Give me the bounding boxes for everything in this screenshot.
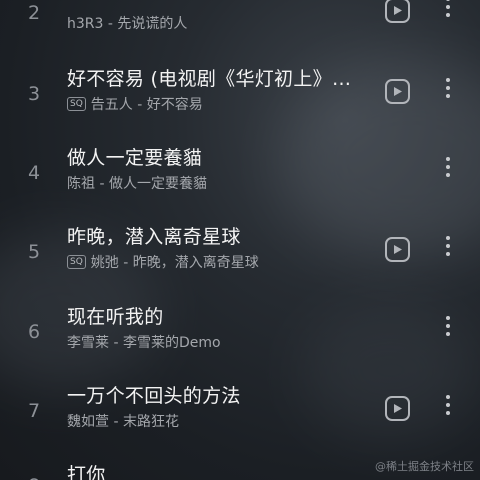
song-subtitle: SQ 告五人 - 好不容易: [67, 95, 203, 113]
song-index: 3: [27, 83, 41, 105]
song-artist-album: 告五人 - 好不容易: [90, 97, 203, 113]
song-index: 8: [22, 475, 46, 480]
song-row[interactable]: 6 现在听我的 李雪莱 - 李雪莱的Demo: [0, 295, 480, 375]
more-vertical-icon[interactable]: [443, 395, 453, 419]
song-subtitle: SQ 姚弛 - 昨晚，潜入离奇星球: [67, 253, 259, 271]
play-video-icon[interactable]: [385, 0, 410, 23]
song-row[interactable]: 2 h3R3 - 先说谎的人: [0, 0, 480, 56]
more-vertical-icon[interactable]: [443, 0, 453, 21]
song-artist-album: 陈祖 - 做人一定要養貓: [67, 176, 207, 192]
song-title: 好不容易 (电视剧《华灯初上》…: [67, 68, 352, 90]
more-vertical-icon[interactable]: [443, 236, 453, 260]
song-subtitle: h3R3 - 先说谎的人: [67, 14, 187, 32]
song-title: 昨晚，潜入离奇星球: [67, 226, 241, 248]
song-list: 2 h3R3 - 先说谎的人 3 好不容易 (电视剧《华灯初上》… SQ 告五人…: [0, 0, 480, 480]
song-title: 一万个不回头的方法: [67, 385, 241, 407]
song-artist-album: 李雪莱 - 李雪莱的Demo: [67, 335, 221, 351]
song-index: 2: [27, 2, 41, 24]
play-video-icon[interactable]: [385, 79, 410, 104]
song-index: 6: [27, 321, 41, 343]
sq-badge: SQ: [67, 255, 86, 269]
song-index: 4: [27, 162, 41, 184]
more-vertical-icon[interactable]: [443, 316, 453, 340]
song-title: 打你: [67, 464, 106, 480]
song-subtitle: 魏如萱 - 末路狂花: [67, 412, 179, 430]
song-row[interactable]: 5 昨晚，潜入离奇星球 SQ 姚弛 - 昨晚，潜入离奇星球: [0, 215, 480, 295]
song-artist-album: 姚弛 - 昨晚，潜入离奇星球: [90, 255, 259, 271]
song-row[interactable]: 7 一万个不回头的方法 魏如萱 - 末路狂花: [0, 374, 480, 454]
song-subtitle: 陈祖 - 做人一定要養貓: [67, 174, 207, 192]
song-index: 5: [27, 241, 41, 263]
song-title: 做人一定要養貓: [67, 147, 203, 169]
play-video-icon[interactable]: [385, 237, 410, 262]
more-vertical-icon[interactable]: [443, 78, 453, 102]
song-row[interactable]: 4 做人一定要養貓 陈祖 - 做人一定要養貓: [0, 136, 480, 216]
watermark: @稀土掘金技术社区: [375, 460, 474, 473]
more-vertical-icon[interactable]: [443, 157, 453, 181]
song-title: 现在听我的: [67, 306, 164, 328]
song-row[interactable]: 3 好不容易 (电视剧《华灯初上》… SQ 告五人 - 好不容易: [0, 57, 480, 137]
song-artist-album: 魏如萱 - 末路狂花: [67, 414, 179, 430]
song-index: 7: [27, 400, 41, 422]
song-artist-album: h3R3 - 先说谎的人: [67, 16, 188, 32]
song-subtitle: 李雪莱 - 李雪莱的Demo: [67, 333, 221, 351]
sq-badge: SQ: [67, 97, 86, 111]
play-video-icon[interactable]: [385, 396, 410, 421]
